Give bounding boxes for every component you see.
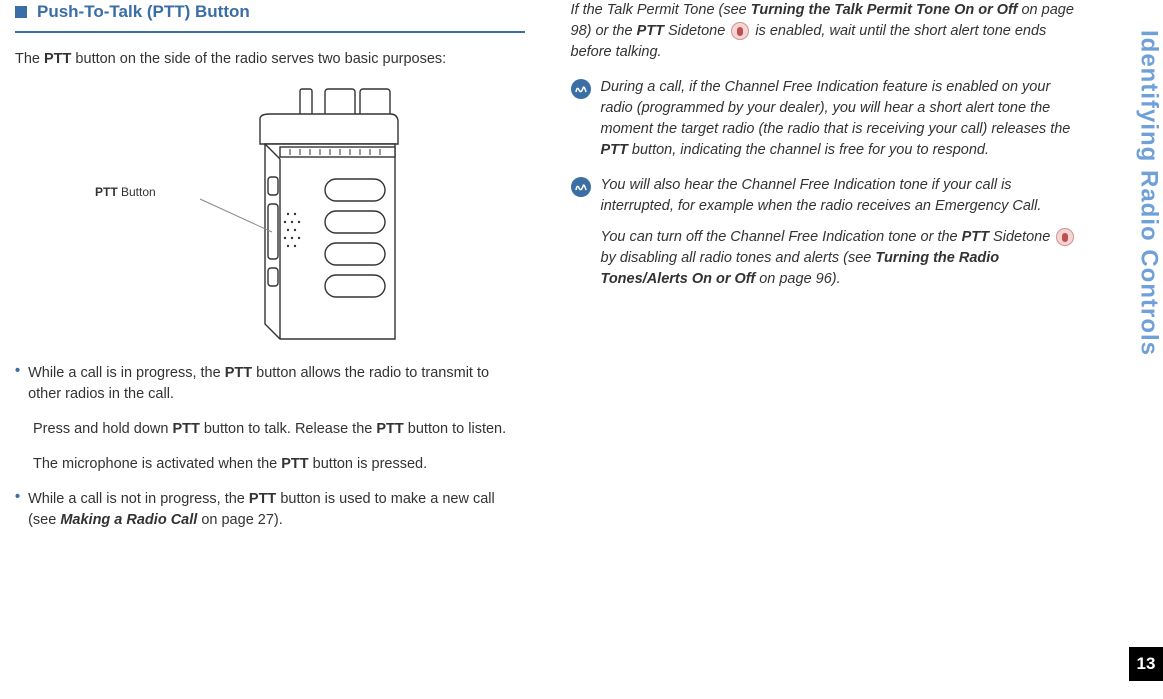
text-bold: PTT bbox=[225, 365, 252, 381]
sidetone-icon bbox=[1056, 228, 1074, 246]
bullet-text: While a call is in progress, the PTT but… bbox=[28, 363, 524, 405]
text: Sidetone bbox=[989, 229, 1054, 245]
text-link: Making a Radio Call bbox=[60, 512, 197, 528]
text: You will also hear the Channel Free Indi… bbox=[601, 175, 1081, 217]
text: During a call, if the Channel Free Indic… bbox=[601, 79, 1071, 137]
text: The microphone is activated when the bbox=[33, 456, 281, 472]
note-text: During a call, if the Channel Free Indic… bbox=[601, 77, 1081, 161]
text: button to listen. bbox=[404, 421, 506, 437]
bullet-icon: • bbox=[15, 363, 20, 405]
text: While a call is not in progress, the bbox=[28, 491, 249, 507]
text-bold: PTT bbox=[637, 23, 664, 39]
text-bold: PTT bbox=[44, 51, 71, 67]
talk-permit-paragraph: If the Talk Permit Tone (see Turning the… bbox=[571, 0, 1081, 63]
sidetone-icon bbox=[731, 22, 749, 40]
sub-paragraph-1: Press and hold down PTT button to talk. … bbox=[33, 419, 525, 440]
text: Button bbox=[118, 185, 156, 199]
bullet-icon: • bbox=[15, 489, 20, 531]
note-text: You will also hear the Channel Free Indi… bbox=[601, 175, 1081, 290]
text-bold: PTT bbox=[962, 229, 989, 245]
radio-illustration: PTT Button bbox=[15, 84, 525, 351]
ptt-callout-label: PTT Button bbox=[95, 184, 156, 201]
text: button is pressed. bbox=[309, 456, 428, 472]
note-icon bbox=[571, 79, 591, 99]
note-1: During a call, if the Channel Free Indic… bbox=[571, 77, 1081, 161]
sub-paragraph-2: The microphone is activated when the PTT… bbox=[33, 454, 525, 475]
text: Sidetone bbox=[664, 23, 729, 39]
left-column: Push-To-Talk (PTT) Button The PTT button… bbox=[15, 0, 533, 699]
text: button to talk. Release the bbox=[200, 421, 377, 437]
text: button, indicating the channel is free f… bbox=[628, 142, 989, 158]
page-content: Push-To-Talk (PTT) Button The PTT button… bbox=[0, 0, 1100, 699]
bullet-item-1: • While a call is in progress, the PTT b… bbox=[15, 363, 525, 405]
right-column: If the Talk Permit Tone (see Turning the… bbox=[563, 0, 1081, 699]
note-2: You will also hear the Channel Free Indi… bbox=[571, 175, 1081, 290]
text-link: Turning the Talk Permit Tone On or Off bbox=[751, 2, 1018, 18]
text: by disabling all radio tones and alerts … bbox=[601, 250, 876, 266]
text-bold: PTT bbox=[376, 421, 403, 437]
text-bold: PTT bbox=[172, 421, 199, 437]
text: on page 96). bbox=[755, 271, 840, 287]
heading-rule bbox=[15, 31, 525, 33]
note-text-continued: You can turn off the Channel Free Indica… bbox=[601, 227, 1081, 290]
text: While a call is in progress, the bbox=[28, 365, 225, 381]
heading-title: Push-To-Talk (PTT) Button bbox=[37, 0, 250, 25]
text-bold: PTT bbox=[95, 185, 118, 199]
section-heading: Push-To-Talk (PTT) Button bbox=[15, 0, 525, 25]
text: The bbox=[15, 51, 44, 67]
page-number: 13 bbox=[1129, 647, 1163, 681]
bullet-item-2: • While a call is not in progress, the P… bbox=[15, 489, 525, 531]
text-bold: PTT bbox=[601, 142, 628, 158]
text: on page 27). bbox=[197, 512, 282, 528]
heading-bullet-icon bbox=[15, 6, 27, 18]
intro-paragraph: The PTT button on the side of the radio … bbox=[15, 49, 525, 70]
text: button on the side of the radio serves t… bbox=[71, 51, 446, 67]
text-bold: PTT bbox=[249, 491, 276, 507]
side-strip: Identifying Radio Controls bbox=[1133, 0, 1163, 699]
bullet-text: While a call is not in progress, the PTT… bbox=[28, 489, 524, 531]
text-bold: PTT bbox=[281, 456, 308, 472]
radio-svg-icon bbox=[130, 84, 410, 344]
chapter-title-vertical: Identifying Radio Controls bbox=[1131, 30, 1163, 356]
note-icon bbox=[571, 177, 591, 197]
text: If the Talk Permit Tone (see bbox=[571, 2, 751, 18]
text: Press and hold down bbox=[33, 421, 172, 437]
text: You can turn off the Channel Free Indica… bbox=[601, 229, 962, 245]
